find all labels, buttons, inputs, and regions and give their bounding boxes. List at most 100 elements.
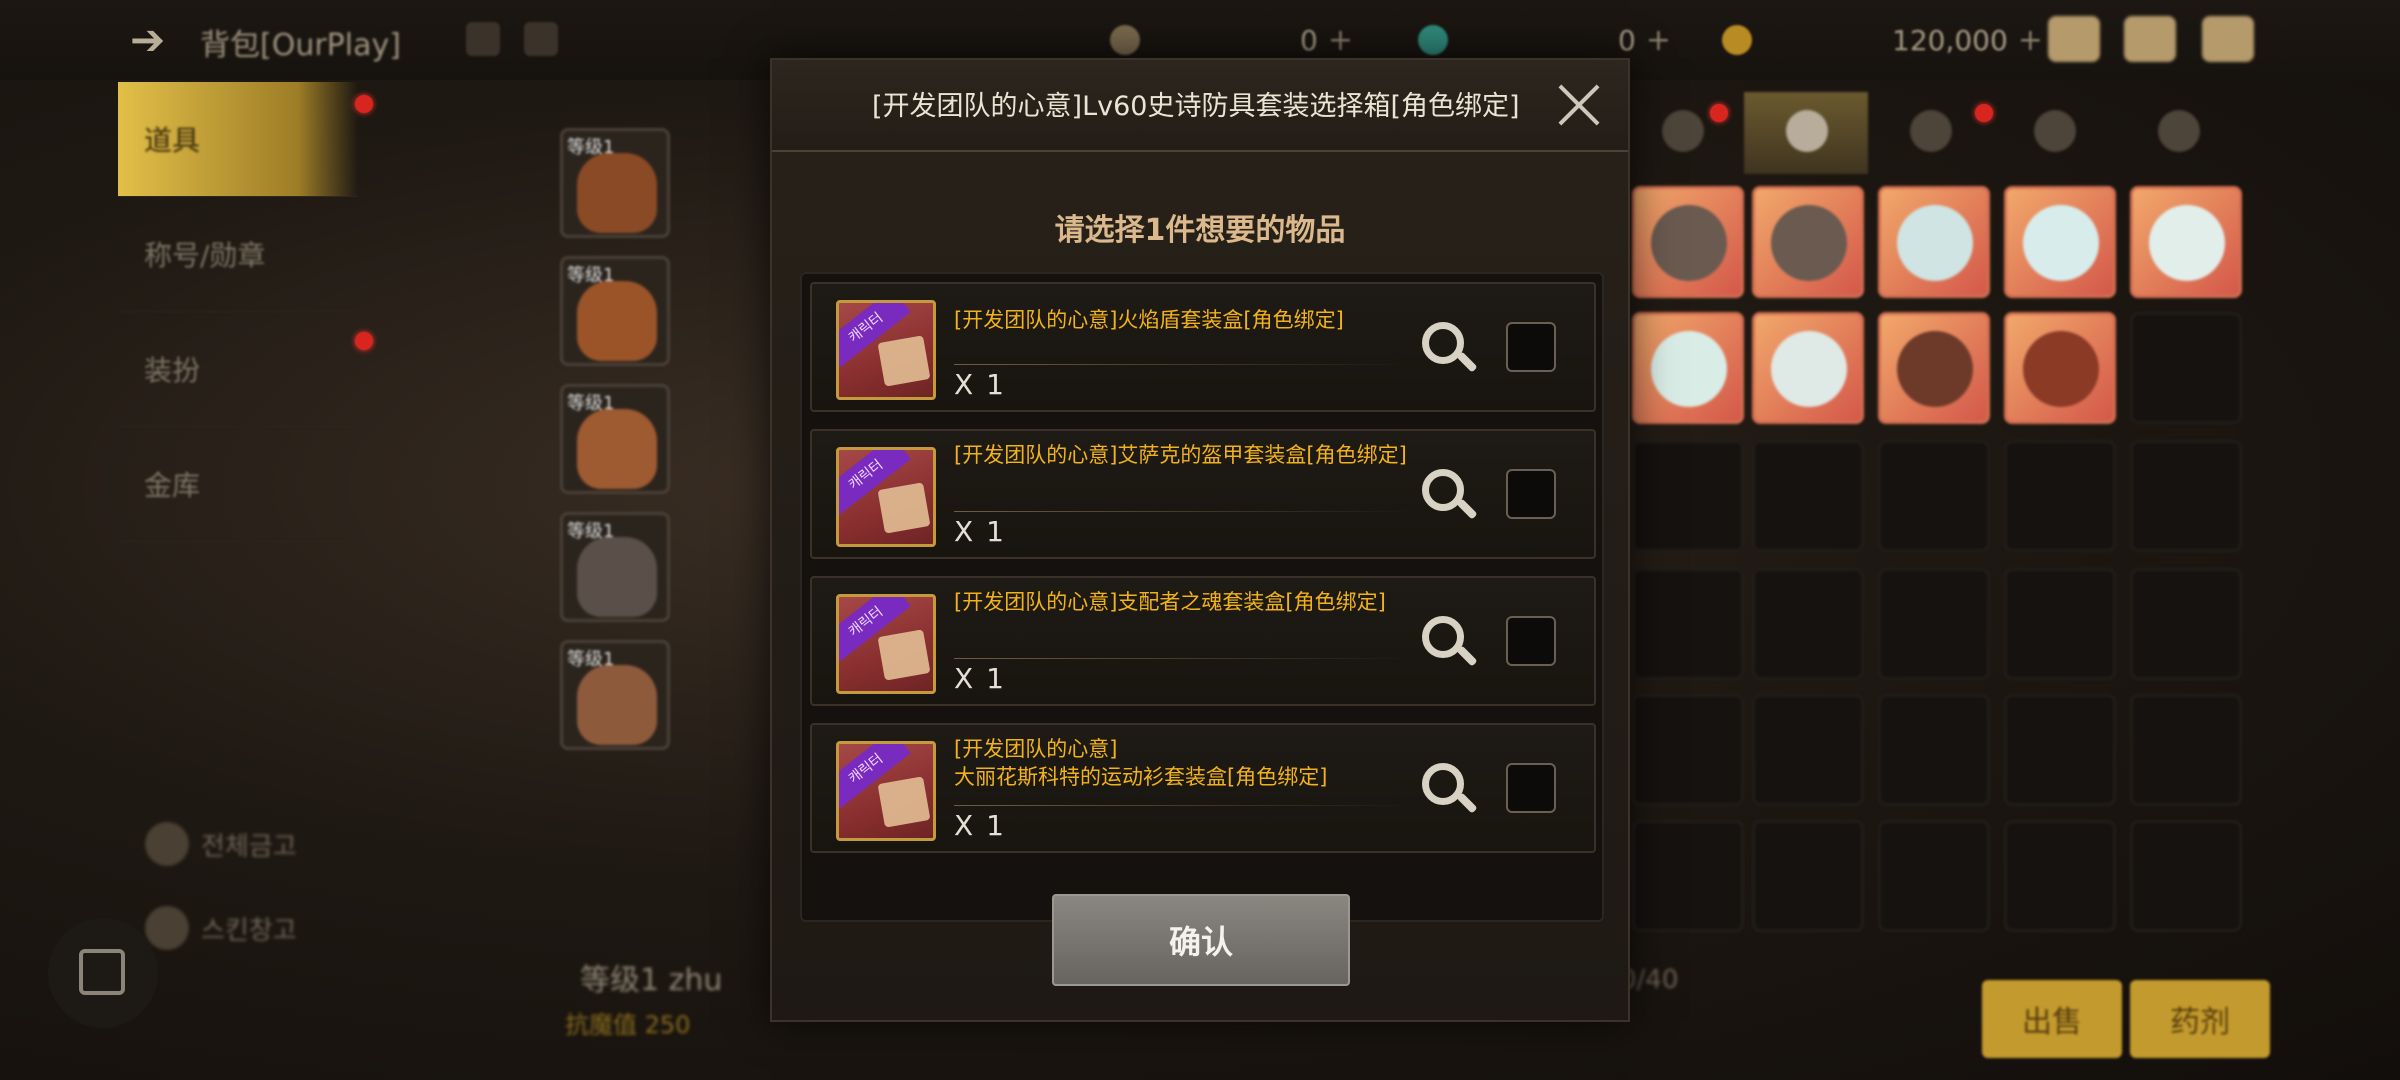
tab-settings[interactable] bbox=[2116, 92, 2240, 174]
option-item[interactable]: 캐릭터 [开发团队的心意]艾萨克的盔甲套装盒[角色绑定] X 1 bbox=[810, 429, 1596, 559]
equip-slot[interactable]: 等级1 bbox=[560, 640, 670, 750]
inventory-slot-empty[interactable] bbox=[1632, 694, 1744, 806]
filter-icon[interactable] bbox=[524, 22, 558, 56]
belt-icon bbox=[577, 537, 657, 617]
floating-home-button[interactable] bbox=[48, 918, 158, 1028]
currency-1: 0 + bbox=[1110, 18, 1353, 62]
inventory-slot-empty[interactable] bbox=[1632, 820, 1744, 932]
scroll-icon bbox=[2149, 205, 2225, 281]
scroll-icon bbox=[877, 776, 931, 828]
inventory-item[interactable] bbox=[1752, 186, 1864, 298]
jar-icon bbox=[1897, 331, 1973, 407]
inventory-slot-empty[interactable] bbox=[2004, 568, 2116, 680]
inventory-item[interactable] bbox=[1878, 312, 1990, 424]
inventory-slot-empty[interactable] bbox=[1878, 820, 1990, 932]
option-checkbox[interactable] bbox=[1506, 469, 1556, 519]
option-checkbox[interactable] bbox=[1506, 322, 1556, 372]
inventory-slot-empty[interactable] bbox=[1878, 440, 1990, 552]
inventory-item[interactable] bbox=[1878, 186, 1990, 298]
sell-button[interactable]: 出售 bbox=[1982, 980, 2122, 1058]
option-item[interactable]: 캐릭터 [开发团队的心意]支配者之魂套装盒[角色绑定] X 1 bbox=[810, 576, 1596, 706]
option-name: [开发团队的心意]火焰盾套装盒[角色绑定] bbox=[954, 308, 1344, 332]
notification-dot bbox=[355, 95, 373, 113]
set-box-icon: 캐릭터 bbox=[836, 300, 936, 400]
sidebar-item-costume[interactable]: 装扮 bbox=[118, 312, 358, 427]
close-icon[interactable] bbox=[1554, 80, 1604, 130]
helmet-icon bbox=[1771, 205, 1847, 281]
inventory-item[interactable] bbox=[2004, 186, 2116, 298]
card-icon bbox=[2034, 110, 2076, 152]
add-currency-2-button[interactable]: + bbox=[1646, 23, 1671, 58]
mail-icon[interactable] bbox=[2124, 16, 2176, 62]
inventory-slot-empty[interactable] bbox=[2130, 820, 2242, 932]
tab-equipment[interactable] bbox=[1620, 92, 1744, 174]
inventory-item[interactable] bbox=[2004, 312, 2116, 424]
scroll-icon bbox=[877, 335, 931, 387]
equip-slot[interactable]: 等级1 bbox=[560, 128, 670, 238]
inventory-slot-empty[interactable] bbox=[1632, 440, 1744, 552]
inventory-slot-empty[interactable] bbox=[1632, 568, 1744, 680]
confirm-button[interactable]: 确认 bbox=[1052, 894, 1350, 986]
potion-button[interactable]: 药剂 bbox=[2130, 980, 2270, 1058]
inventory-slot-empty[interactable] bbox=[1752, 694, 1864, 806]
skin-storage-button[interactable]: 스킨창고 bbox=[145, 906, 297, 950]
set-box-icon: 캐릭터 bbox=[836, 741, 936, 841]
chest-icon[interactable] bbox=[2048, 16, 2100, 62]
inventory-item[interactable] bbox=[1632, 186, 1744, 298]
inventory-slot-empty[interactable] bbox=[1878, 694, 1990, 806]
inventory-slot-empty[interactable] bbox=[2004, 820, 2116, 932]
vault-icon bbox=[145, 822, 189, 866]
back-arrow-icon[interactable]: ➔ bbox=[130, 16, 178, 64]
option-quantity: X 1 bbox=[954, 368, 1006, 401]
moon-coin-icon bbox=[1110, 25, 1140, 55]
sidebar-item-vault[interactable]: 金库 bbox=[118, 427, 358, 542]
inventory-slot-empty[interactable] bbox=[1752, 568, 1864, 680]
potion-icon bbox=[1786, 110, 1828, 152]
option-checkbox[interactable] bbox=[1506, 763, 1556, 813]
character-level: 等级1 zhu bbox=[580, 963, 723, 998]
sidebar-item-items[interactable]: 道具 bbox=[118, 82, 358, 197]
add-currency-1-button[interactable]: + bbox=[1328, 23, 1353, 58]
chat-icon[interactable] bbox=[2202, 16, 2254, 62]
equip-slot[interactable]: 等级1 bbox=[560, 384, 670, 494]
notification-dot bbox=[355, 332, 373, 350]
chest-icon bbox=[2023, 331, 2099, 407]
inventory-slot-empty[interactable] bbox=[2130, 312, 2242, 424]
boots-icon bbox=[577, 665, 657, 745]
option-item[interactable]: 캐릭터 [开发团队的心意] 大丽花斯科特的运动衫套装盒[角色绑定] X 1 bbox=[810, 723, 1596, 853]
inventory-item[interactable] bbox=[2130, 186, 2242, 298]
equip-slot[interactable]: 等级1 bbox=[560, 256, 670, 366]
inventory-slot-empty[interactable] bbox=[1752, 820, 1864, 932]
equip-slot[interactable]: 等级1 bbox=[560, 512, 670, 622]
tab-consumable[interactable] bbox=[1744, 92, 1868, 174]
tab-card[interactable] bbox=[1992, 92, 2116, 174]
scroll-icon bbox=[1651, 331, 1727, 407]
option-name: [开发团队的心意] 大丽花斯科特的运动衫套装盒[角色绑定] bbox=[954, 737, 1328, 789]
account-vault-button[interactable]: 전체금고 bbox=[145, 822, 297, 866]
magnifier-icon[interactable] bbox=[1422, 616, 1478, 672]
inventory-slot-empty[interactable] bbox=[2130, 568, 2242, 680]
option-item[interactable]: 캐릭터 [开发团队的心意]火焰盾套装盒[角色绑定] X 1 bbox=[810, 282, 1596, 412]
armor-icon bbox=[577, 409, 657, 489]
magnifier-icon[interactable] bbox=[1422, 322, 1478, 378]
option-checkbox[interactable] bbox=[1506, 616, 1556, 666]
material-icon bbox=[1910, 110, 1952, 152]
skin-icon bbox=[145, 906, 189, 950]
sidebar: 道具 称号/勋章 装扮 金库 bbox=[118, 82, 358, 542]
inventory-item[interactable] bbox=[1752, 312, 1864, 424]
add-gold-button[interactable]: + bbox=[2018, 23, 2043, 58]
inventory-slot-empty[interactable] bbox=[1752, 440, 1864, 552]
gold-currency: 120,000 + bbox=[1722, 18, 2043, 62]
helmet-icon bbox=[1662, 110, 1704, 152]
magnifier-icon[interactable] bbox=[1422, 763, 1478, 819]
inventory-slot-empty[interactable] bbox=[1878, 568, 1990, 680]
tab-material[interactable] bbox=[1868, 92, 1992, 174]
magnifier-icon[interactable] bbox=[1422, 469, 1478, 525]
settings-icon[interactable] bbox=[466, 22, 500, 56]
inventory-slot-empty[interactable] bbox=[2130, 694, 2242, 806]
inventory-item[interactable] bbox=[1632, 312, 1744, 424]
inventory-slot-empty[interactable] bbox=[2130, 440, 2242, 552]
inventory-slot-empty[interactable] bbox=[2004, 694, 2116, 806]
inventory-slot-empty[interactable] bbox=[2004, 440, 2116, 552]
sidebar-item-titles[interactable]: 称号/勋章 bbox=[118, 197, 358, 312]
